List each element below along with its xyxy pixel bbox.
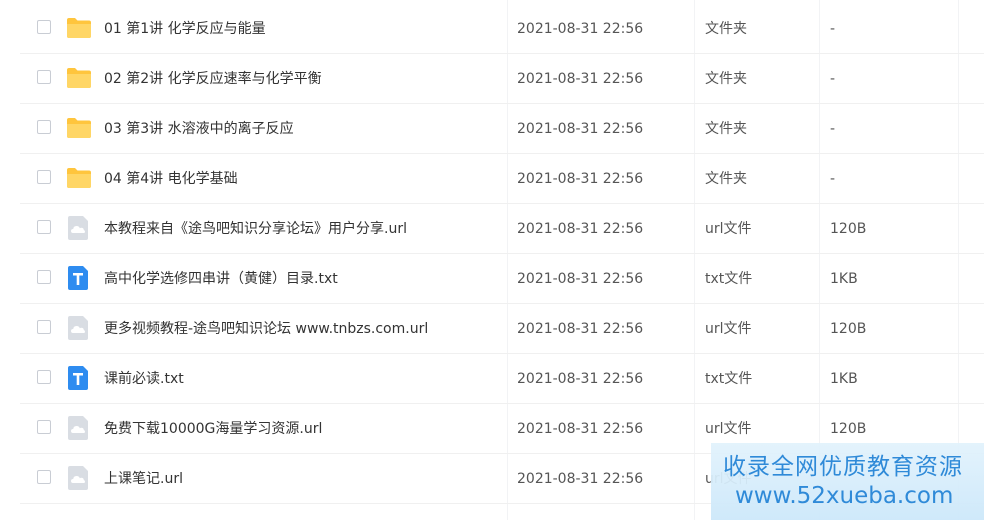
folder-icon	[66, 66, 92, 90]
file-row[interactable]: 课前必读.txt 2021-08-31 22:56 txt文件 1KB	[20, 354, 984, 404]
file-type: txt文件	[705, 371, 753, 387]
file-size: 1KB	[830, 271, 858, 287]
file-date: 2021-08-31 22:56	[517, 271, 644, 287]
file-size: 120B	[830, 421, 867, 437]
row-checkbox[interactable]	[37, 320, 51, 334]
file-name[interactable]: 03 第3讲 水溶液中的离子反应	[104, 120, 294, 138]
file-name[interactable]: 04 第4讲 电化学基础	[104, 170, 238, 188]
folder-icon	[66, 16, 92, 40]
url-file-icon	[66, 416, 92, 440]
file-type: 文件夹	[705, 71, 747, 87]
file-row[interactable]: 本教程来自《途鸟吧知识分享论坛》用户分享.url 2021-08-31 22:56…	[20, 204, 984, 254]
url-file-icon	[66, 216, 92, 240]
url-file-icon	[66, 316, 92, 340]
file-size: -	[830, 171, 836, 187]
file-row[interactable]: 03 第3讲 水溶液中的离子反应 2021-08-31 22:56 文件夹 -	[20, 104, 984, 154]
file-type: url文件	[705, 421, 752, 437]
file-row[interactable]: 02 第2讲 化学反应速率与化学平衡 2021-08-31 22:56 文件夹 -	[20, 54, 984, 104]
row-checkbox[interactable]	[37, 370, 51, 384]
file-size: -	[830, 21, 836, 37]
url-file-icon	[66, 466, 92, 490]
file-size: 120B	[830, 221, 867, 237]
file-date: 2021-08-31 22:56	[517, 321, 644, 337]
file-size: 120B	[830, 321, 867, 337]
file-type: 文件夹	[705, 171, 747, 187]
file-name[interactable]: 更多视频教程-途鸟吧知识论坛 www.tnbzs.com.url	[104, 320, 428, 338]
file-type: url文件	[705, 321, 752, 337]
file-name[interactable]: 课前必读.txt	[104, 370, 184, 388]
file-name[interactable]: 01 第1讲 化学反应与能量	[104, 20, 266, 38]
file-date: 2021-08-31 22:56	[517, 121, 644, 137]
watermark-url: www.52xueba.com	[735, 483, 954, 509]
row-checkbox[interactable]	[37, 170, 51, 184]
file-date: 2021-08-31 22:56	[517, 421, 644, 437]
file-date: 2021-08-31 22:56	[517, 371, 644, 387]
row-checkbox[interactable]	[37, 70, 51, 84]
file-name[interactable]: 免费下载10000G海量学习资源.url	[104, 420, 322, 438]
row-checkbox[interactable]	[37, 20, 51, 34]
watermark-banner: 收录全网优质教育资源 www.52xueba.com	[711, 443, 984, 520]
file-name[interactable]: 02 第2讲 化学反应速率与化学平衡	[104, 70, 322, 88]
row-checkbox[interactable]	[37, 420, 51, 434]
row-checkbox[interactable]	[37, 470, 51, 484]
file-name[interactable]: 高中化学选修四串讲（黄健）目录.txt	[104, 270, 338, 288]
file-date: 2021-08-31 22:56	[517, 21, 644, 37]
row-checkbox[interactable]	[37, 120, 51, 134]
file-type: 文件夹	[705, 21, 747, 37]
file-size: -	[830, 121, 836, 137]
file-row[interactable]: 高中化学选修四串讲（黄健）目录.txt 2021-08-31 22:56 txt文件…	[20, 254, 984, 304]
row-checkbox[interactable]	[37, 220, 51, 234]
file-size: -	[830, 71, 836, 87]
txt-file-icon	[66, 366, 92, 390]
file-name[interactable]: 上课笔记.url	[104, 470, 183, 488]
watermark-slogan: 收录全网优质教育资源	[723, 454, 963, 480]
file-size: 1KB	[830, 371, 858, 387]
file-type: url文件	[705, 221, 752, 237]
file-date: 2021-08-31 22:56	[517, 171, 644, 187]
file-date: 2021-08-31 22:56	[517, 71, 644, 87]
file-row[interactable]: 04 第4讲 电化学基础 2021-08-31 22:56 文件夹 -	[20, 154, 984, 204]
file-type: 文件夹	[705, 121, 747, 137]
folder-icon	[66, 116, 92, 140]
folder-icon	[66, 166, 92, 190]
row-checkbox[interactable]	[37, 270, 51, 284]
file-date: 2021-08-31 22:56	[517, 471, 644, 487]
file-row[interactable]: 01 第1讲 化学反应与能量 2021-08-31 22:56 文件夹 -	[20, 4, 984, 54]
file-row[interactable]: 更多视频教程-途鸟吧知识论坛 www.tnbzs.com.url 2021-08-…	[20, 304, 984, 354]
file-date: 2021-08-31 22:56	[517, 221, 644, 237]
txt-file-icon	[66, 266, 92, 290]
file-type: txt文件	[705, 271, 753, 287]
file-name[interactable]: 本教程来自《途鸟吧知识分享论坛》用户分享.url	[104, 220, 407, 238]
